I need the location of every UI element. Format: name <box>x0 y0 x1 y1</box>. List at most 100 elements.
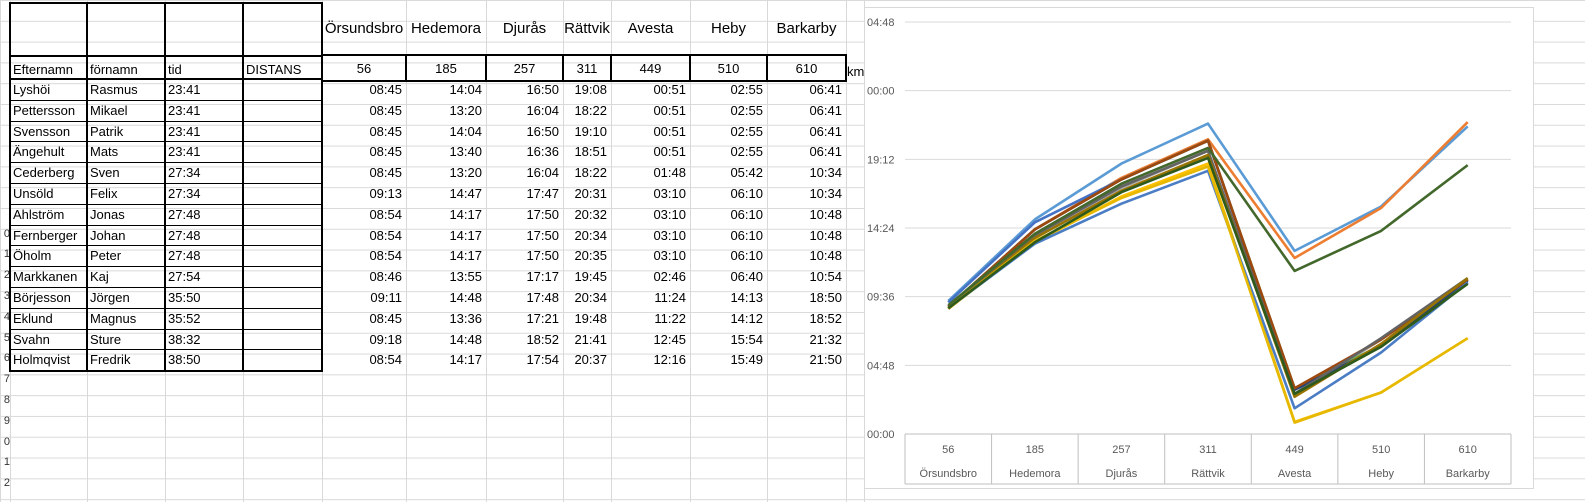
cell-efternamn[interactable]: Cederberg <box>10 163 87 183</box>
cell-time[interactable]: 02:55 <box>690 101 767 121</box>
cell-time[interactable]: 11:22 <box>611 309 690 329</box>
cell-time[interactable]: 02:55 <box>690 122 767 142</box>
cell-fornamn[interactable]: Peter <box>87 246 165 266</box>
cell-fornamn[interactable]: Johan <box>87 226 165 246</box>
cell-time[interactable]: 13:40 <box>406 142 486 162</box>
cell-time[interactable]: 21:41 <box>563 330 611 350</box>
cell-fornamn[interactable]: Sven <box>87 163 165 183</box>
cell-tid[interactable]: 27:34 <box>165 163 243 183</box>
cell-time[interactable]: 05:42 <box>690 163 767 183</box>
cell-time[interactable]: 06:10 <box>690 226 767 246</box>
cell-efternamn[interactable]: Lyshöi <box>10 80 87 100</box>
cell-efternamn[interactable]: Fernberger <box>10 226 87 246</box>
cell-efternamn[interactable]: Ängehult <box>10 142 87 162</box>
cell-time[interactable]: 18:52 <box>767 309 846 329</box>
cell-time[interactable]: 14:17 <box>406 350 486 370</box>
cell-time[interactable]: 00:51 <box>611 122 690 142</box>
cell-fornamn[interactable]: Magnus <box>87 309 165 329</box>
cell-efternamn[interactable]: Svensson <box>10 122 87 142</box>
cell-time[interactable]: 17:17 <box>486 267 563 287</box>
cell-time[interactable]: 14:17 <box>406 226 486 246</box>
cell-tid[interactable]: 27:48 <box>165 226 243 246</box>
city-header[interactable]: Örsundsbro <box>322 20 406 37</box>
header-km-unit[interactable]: km <box>844 62 864 82</box>
cell-fornamn[interactable]: Kaj <box>87 267 165 287</box>
cell-time[interactable]: 08:46 <box>322 267 406 287</box>
distance-cell[interactable]: 449 <box>611 61 690 76</box>
cell-efternamn[interactable]: Unsöld <box>10 184 87 204</box>
cell-time[interactable]: 09:11 <box>322 288 406 308</box>
distance-cell[interactable]: 311 <box>563 61 611 76</box>
city-header[interactable]: Heby <box>690 20 767 37</box>
cell-time[interactable]: 06:41 <box>767 142 846 162</box>
header-distans[interactable]: DISTANS <box>243 60 322 80</box>
cell-tid[interactable]: 23:41 <box>165 122 243 142</box>
cell-tid[interactable]: 35:52 <box>165 309 243 329</box>
city-header[interactable]: Rättvik <box>563 20 611 37</box>
cell-time[interactable]: 18:22 <box>563 163 611 183</box>
cell-time[interactable]: 20:32 <box>563 205 611 225</box>
cell-time[interactable]: 10:48 <box>767 205 846 225</box>
cell-time[interactable]: 03:10 <box>611 226 690 246</box>
cell-fornamn[interactable]: Patrik <box>87 122 165 142</box>
cell-time[interactable]: 20:34 <box>563 226 611 246</box>
cell-fornamn[interactable]: Jonas <box>87 205 165 225</box>
cell-time[interactable]: 06:40 <box>690 267 767 287</box>
cell-time[interactable]: 18:52 <box>486 330 563 350</box>
cell-time[interactable]: 18:22 <box>563 101 611 121</box>
cell-time[interactable]: 14:17 <box>406 205 486 225</box>
row-number[interactable]: 8 <box>0 394 10 415</box>
cell-time[interactable]: 02:55 <box>690 80 767 100</box>
cell-time[interactable]: 08:54 <box>322 226 406 246</box>
cell-time[interactable]: 09:18 <box>322 330 406 350</box>
header-efternamn[interactable]: Efternamn <box>10 60 87 80</box>
cell-time[interactable]: 08:54 <box>322 246 406 266</box>
cell-time[interactable]: 13:36 <box>406 309 486 329</box>
cell-efternamn[interactable]: Eklund <box>10 309 87 329</box>
cell-time[interactable]: 20:34 <box>563 288 611 308</box>
cell-time[interactable]: 03:10 <box>611 205 690 225</box>
cell-tid[interactable]: 23:41 <box>165 101 243 121</box>
cell-time[interactable]: 06:10 <box>690 205 767 225</box>
city-header[interactable]: Djurås <box>486 20 563 37</box>
cell-time[interactable]: 08:45 <box>322 80 406 100</box>
city-header[interactable]: Avesta <box>611 20 690 37</box>
cell-efternamn[interactable]: Öholm <box>10 246 87 266</box>
header-fornamn[interactable]: förnamn <box>87 60 165 80</box>
cell-tid[interactable]: 27:48 <box>165 205 243 225</box>
distance-cell[interactable]: 185 <box>406 61 486 76</box>
cell-fornamn[interactable]: Mikael <box>87 101 165 121</box>
cell-time[interactable]: 14:04 <box>406 122 486 142</box>
cell-time[interactable]: 20:35 <box>563 246 611 266</box>
cell-time[interactable]: 03:10 <box>611 184 690 204</box>
cell-time[interactable]: 20:37 <box>563 350 611 370</box>
cell-time[interactable]: 06:10 <box>690 184 767 204</box>
row-number[interactable]: 0 <box>0 436 10 457</box>
cell-time[interactable]: 02:55 <box>690 142 767 162</box>
cell-time[interactable]: 21:50 <box>767 350 846 370</box>
cell-time[interactable]: 08:54 <box>322 205 406 225</box>
cell-time[interactable]: 17:21 <box>486 309 563 329</box>
cell-efternamn[interactable]: Holmqvist <box>10 350 87 370</box>
cell-time[interactable]: 17:50 <box>486 205 563 225</box>
cell-time[interactable]: 06:41 <box>767 101 846 121</box>
cell-time[interactable]: 00:51 <box>611 101 690 121</box>
cell-time[interactable]: 17:50 <box>486 226 563 246</box>
city-header[interactable]: Barkarby <box>767 20 846 37</box>
cell-time[interactable]: 10:34 <box>767 184 846 204</box>
distance-cell[interactable]: 610 <box>767 61 846 76</box>
row-number[interactable]: 9 <box>0 415 10 436</box>
cell-time[interactable]: 00:51 <box>611 142 690 162</box>
cell-time[interactable]: 20:31 <box>563 184 611 204</box>
distance-cell[interactable]: 257 <box>486 61 563 76</box>
cell-tid[interactable]: 27:54 <box>165 267 243 287</box>
cell-fornamn[interactable]: Sture <box>87 330 165 350</box>
cell-time[interactable]: 00:51 <box>611 80 690 100</box>
cell-time[interactable]: 08:45 <box>322 142 406 162</box>
line-chart[interactable]: 04:48 00:00 19:12 14:24 09:36 04:48 00:00 56 Örs… <box>864 7 1534 489</box>
distance-cell[interactable]: 510 <box>690 61 767 76</box>
cell-time[interactable]: 13:20 <box>406 101 486 121</box>
row-number[interactable]: 1 <box>0 456 10 477</box>
cell-tid[interactable]: 38:32 <box>165 330 243 350</box>
cell-time[interactable]: 10:48 <box>767 246 846 266</box>
